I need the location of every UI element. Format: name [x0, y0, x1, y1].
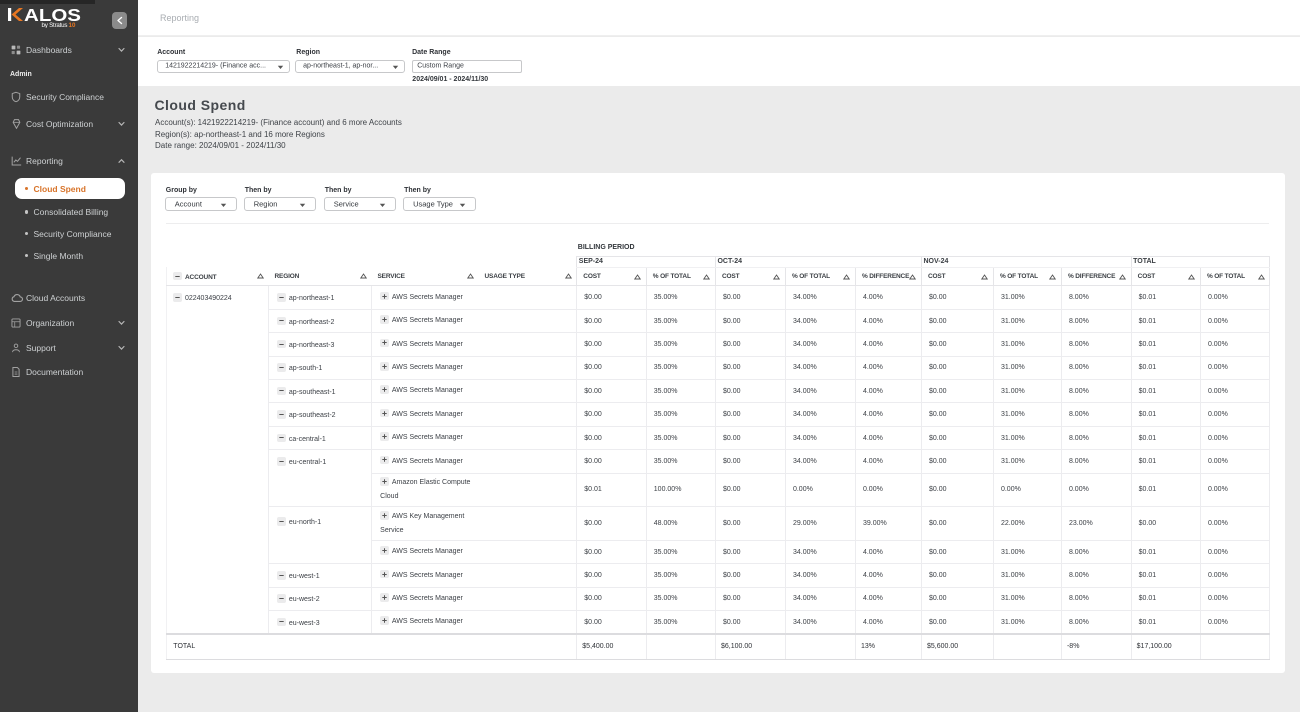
svg-text:by Stratus: by Stratus	[42, 22, 68, 28]
svg-text:10: 10	[69, 22, 76, 28]
